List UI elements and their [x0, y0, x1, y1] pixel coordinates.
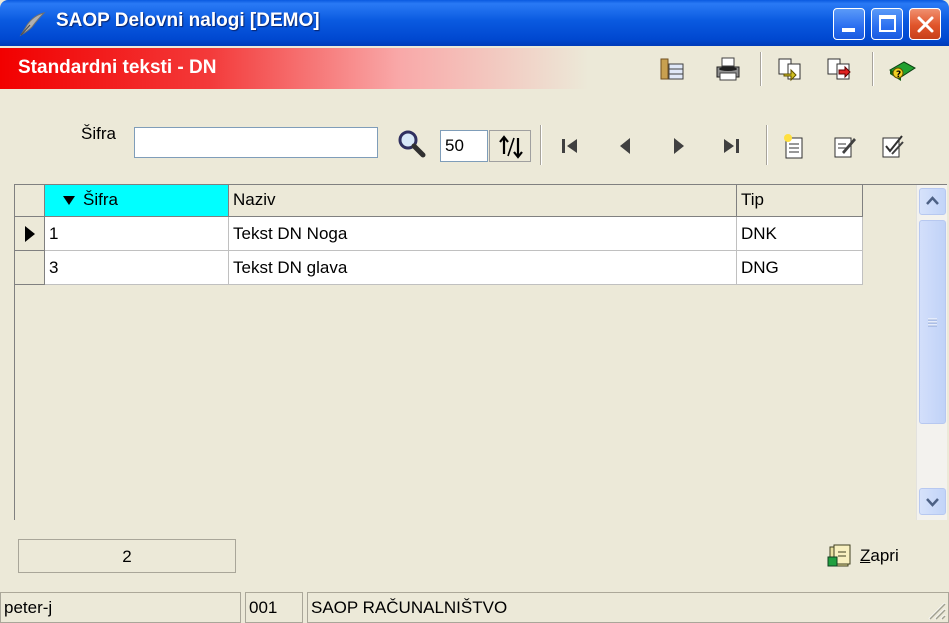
column-header-naziv[interactable]: Naziv [229, 185, 737, 217]
toolbar-separator [766, 125, 768, 165]
records-grid: Šifra Naziv Tip 1 Tekst DN Noga DNK 3 Te… [14, 184, 947, 520]
status-bar: peter-j 001 SAOP RAČUNALNIŠTVO [0, 592, 949, 623]
scroll-up-button[interactable] [919, 188, 946, 215]
columns-icon[interactable] [658, 56, 686, 82]
record-limit-input[interactable] [440, 130, 488, 162]
scroll-thumb[interactable] [919, 220, 946, 424]
close-window-button[interactable] [909, 8, 941, 40]
exit-book-icon [827, 544, 851, 567]
close-button[interactable]: Zapri [822, 538, 934, 574]
next-record-icon[interactable] [665, 132, 693, 160]
title-bar[interactable]: SAOP Delovni nalogi [DEMO] [0, 0, 949, 46]
vertical-scrollbar[interactable] [916, 185, 947, 520]
column-label: Tip [741, 190, 764, 209]
check-record-icon[interactable] [878, 132, 906, 160]
sort-desc-icon [63, 195, 75, 205]
column-header-sifra[interactable]: Šifra [45, 185, 229, 217]
minimize-button[interactable] [833, 8, 865, 40]
column-header-tip[interactable]: Tip [737, 185, 863, 217]
form-header: Standardni teksti - DN ? [0, 48, 949, 89]
first-record-icon[interactable] [556, 132, 584, 160]
scroll-down-button[interactable] [919, 488, 946, 515]
current-record-icon [25, 226, 35, 242]
search-input[interactable] [134, 127, 378, 158]
cell-naziv[interactable]: Tekst DN Noga [229, 217, 737, 251]
sort-updown-button[interactable] [489, 130, 531, 162]
maximize-button[interactable] [871, 8, 903, 40]
close-icon [917, 16, 934, 33]
last-record-icon[interactable] [717, 132, 745, 160]
new-record-icon[interactable] [780, 132, 808, 160]
current-row-indicator [15, 217, 45, 251]
prev-record-icon[interactable] [611, 132, 639, 160]
chevron-up-icon [926, 196, 939, 205]
cell-tip[interactable]: DNG [737, 251, 863, 285]
cell-naziv[interactable]: Tekst DN glava [229, 251, 737, 285]
cell-tip[interactable]: DNK [737, 217, 863, 251]
export-icon[interactable] [825, 56, 853, 82]
cell-sifra[interactable]: 3 [45, 251, 229, 285]
resize-grip-icon[interactable] [925, 599, 947, 621]
row-indicator-header [15, 185, 45, 217]
cell-sifra[interactable]: 1 [45, 217, 229, 251]
main-window: SAOP Delovni nalogi [DEMO] Standardni te… [0, 0, 949, 623]
record-count: 2 [18, 539, 236, 573]
column-label: Naziv [233, 190, 276, 209]
toolbar-separator [760, 52, 762, 86]
status-company-name: SAOP RAČUNALNIŠTVO [307, 592, 949, 623]
printer-icon[interactable] [714, 56, 742, 82]
window-title: SAOP Delovni nalogi [DEMO] [56, 10, 320, 31]
grip-lines-icon [928, 318, 937, 327]
column-label: Šifra [83, 190, 118, 209]
form-title: Standardni teksti - DN [18, 57, 217, 78]
status-company-code: 001 [245, 592, 303, 623]
sort-updown-icon [499, 135, 523, 159]
maximize-icon [879, 15, 896, 32]
quill-icon [19, 12, 46, 37]
row-indicator [15, 251, 45, 285]
magnifier-icon[interactable] [396, 128, 426, 158]
search-label: Šifra [81, 124, 116, 143]
svg-text:?: ? [896, 70, 901, 80]
toolbar-separator [540, 125, 542, 165]
toolbar-separator [872, 52, 874, 86]
help-book-icon[interactable]: ? [888, 56, 916, 82]
chevron-down-icon [926, 498, 939, 507]
search-toolbar: Šifra [0, 89, 949, 173]
minimize-icon [842, 28, 855, 32]
edit-record-icon[interactable] [830, 132, 858, 160]
copy-icon[interactable] [776, 56, 804, 82]
close-button-label: Zapri [860, 546, 899, 565]
status-user: peter-j [0, 592, 241, 623]
